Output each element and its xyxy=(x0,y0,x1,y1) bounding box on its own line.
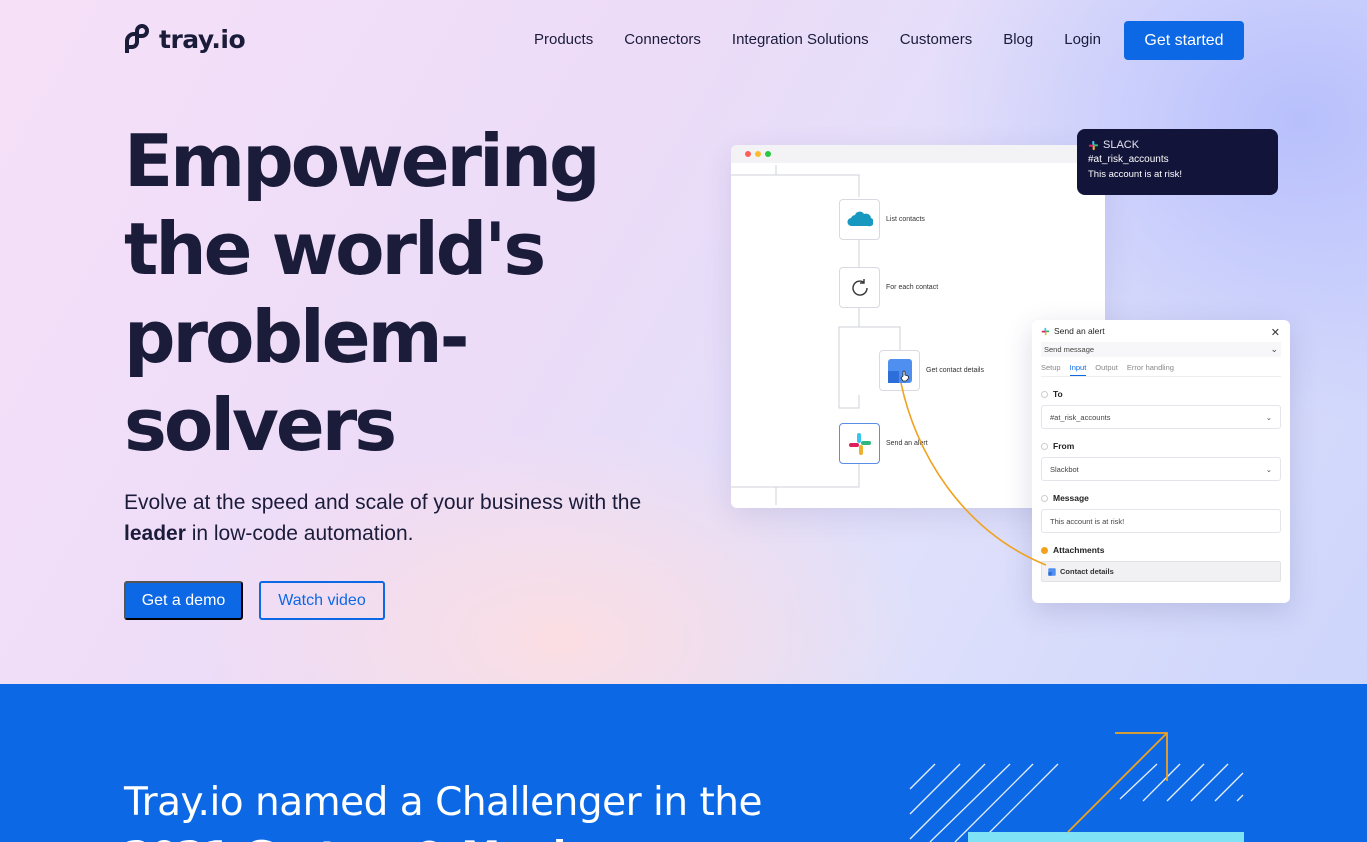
nav-customers[interactable]: Customers xyxy=(900,31,973,48)
slack-notification: SLACK #at_risk_accounts This account is … xyxy=(1077,129,1278,195)
from-label: From xyxy=(1053,441,1075,451)
message-value: This account is at risk! xyxy=(1050,516,1125,526)
step-get-contact-details[interactable]: Get contact details xyxy=(879,350,984,391)
main-nav: Products Connectors Integration Solution… xyxy=(534,31,1101,48)
salesforce-icon xyxy=(847,211,873,226)
message-radio[interactable] xyxy=(1041,494,1048,502)
slack-channel: #at_risk_accounts xyxy=(1088,154,1169,165)
tab-output[interactable]: Output xyxy=(1095,363,1118,376)
tab-setup[interactable]: Setup xyxy=(1041,363,1061,376)
tray-icon xyxy=(1048,567,1056,576)
subtitle-text: Evolve at the speed and scale of your bu… xyxy=(124,491,642,514)
step-for-each-contact[interactable]: For each contact xyxy=(839,267,938,308)
operation-value: Send message xyxy=(1044,345,1095,354)
logo[interactable]: tray.io xyxy=(124,24,246,55)
step-send-an-alert[interactable]: Send an alert xyxy=(839,423,928,464)
from-radio[interactable] xyxy=(1041,442,1048,450)
message-input[interactable]: This account is at risk! xyxy=(1041,509,1281,533)
growth-arrow-graphic xyxy=(909,732,1244,842)
step-icon-box xyxy=(839,199,880,240)
chevron-down-icon: ⌄ xyxy=(1265,464,1272,474)
nav-connectors[interactable]: Connectors xyxy=(624,31,701,48)
slack-message: This account is at risk! xyxy=(1088,169,1182,180)
get-started-button[interactable]: Get started xyxy=(1124,21,1244,60)
message-label-row: Message xyxy=(1041,493,1281,503)
operation-select[interactable]: Send message ⌄ xyxy=(1041,342,1281,357)
nav-integration-solutions[interactable]: Integration Solutions xyxy=(732,31,869,48)
from-label-row: From xyxy=(1041,441,1281,451)
loop-icon xyxy=(851,278,868,296)
attachments-label: Attachments xyxy=(1053,545,1105,555)
attachments-label-row: Attachments xyxy=(1041,545,1281,555)
subtitle-text-end: in low-code automation. xyxy=(185,522,414,545)
panel-title: Send an alert xyxy=(1054,326,1105,336)
step-label: Send an alert xyxy=(886,440,928,447)
gartner-banner: Tray.io named a Challenger in the 2021 G… xyxy=(0,684,1367,842)
logo-text: tray.io xyxy=(159,25,246,54)
subtitle-bold: leader xyxy=(124,522,186,545)
send-alert-panel: Send an alert ✕ Send message ⌄ Setup Inp… xyxy=(1032,320,1290,603)
step-label: For each contact xyxy=(886,284,939,291)
tab-input[interactable]: Input xyxy=(1069,363,1087,376)
slack-icon xyxy=(848,432,871,455)
close-icon[interactable]: ✕ xyxy=(1271,326,1280,339)
get-demo-button[interactable]: Get a demo xyxy=(124,581,243,620)
nav-login[interactable]: Login xyxy=(1064,31,1101,48)
hero-section: tray.io Products Connectors Integration … xyxy=(0,0,1367,684)
tab-error-handling[interactable]: Error handling xyxy=(1127,363,1174,376)
nav-blog[interactable]: Blog xyxy=(1003,31,1033,48)
tray-logo-icon xyxy=(125,24,150,53)
step-label: List contacts xyxy=(886,216,925,223)
step-icon-box xyxy=(839,423,880,464)
panel-header: Send an alert xyxy=(1041,320,1281,342)
tray-icon xyxy=(887,358,912,383)
headline-line: solvers xyxy=(124,383,397,467)
slack-icon xyxy=(1041,327,1050,335)
to-select[interactable]: #at_risk_accounts ⌄ xyxy=(1041,405,1281,429)
attachments-radio[interactable] xyxy=(1041,546,1048,554)
to-radio[interactable] xyxy=(1041,390,1048,398)
to-value: #at_risk_accounts xyxy=(1050,412,1111,422)
headline-line: Empowering xyxy=(124,119,601,203)
step-icon-box xyxy=(879,350,920,391)
step-list-contacts[interactable]: List contacts xyxy=(839,199,925,240)
slack-title-row: SLACK xyxy=(1088,139,1267,151)
banner-line: Tray.io named a Challenger in the xyxy=(124,780,762,825)
chevron-down-icon: ⌄ xyxy=(1270,344,1278,354)
step-label: Get contact details xyxy=(926,367,984,374)
hero-headline: Empowering the world's problem- solvers xyxy=(124,117,684,469)
headline-line: problem- xyxy=(124,295,469,379)
banner-title: Tray.io named a Challenger in the 2021 G… xyxy=(124,776,884,842)
from-value: Slackbot xyxy=(1050,464,1079,474)
slack-icon xyxy=(1088,140,1099,150)
to-label-row: To xyxy=(1041,389,1281,399)
hero-subtitle: Evolve at the speed and scale of your bu… xyxy=(124,487,694,549)
banner-line: 2021 Gartner® Magic xyxy=(124,830,884,842)
from-select[interactable]: Slackbot ⌄ xyxy=(1041,457,1281,481)
headline-line: the world's xyxy=(124,207,546,291)
watch-video-button[interactable]: Watch video xyxy=(259,581,385,620)
step-icon-box xyxy=(839,267,880,308)
slack-title: SLACK xyxy=(1103,139,1140,151)
attachments-value: Contact details xyxy=(1060,567,1114,576)
panel-tabs: Setup Input Output Error handling xyxy=(1041,363,1281,377)
nav-products[interactable]: Products xyxy=(534,31,593,48)
to-label: To xyxy=(1053,389,1063,399)
message-label: Message xyxy=(1053,493,1089,503)
attachments-field[interactable]: Contact details xyxy=(1041,561,1281,582)
chevron-down-icon: ⌄ xyxy=(1265,412,1272,422)
